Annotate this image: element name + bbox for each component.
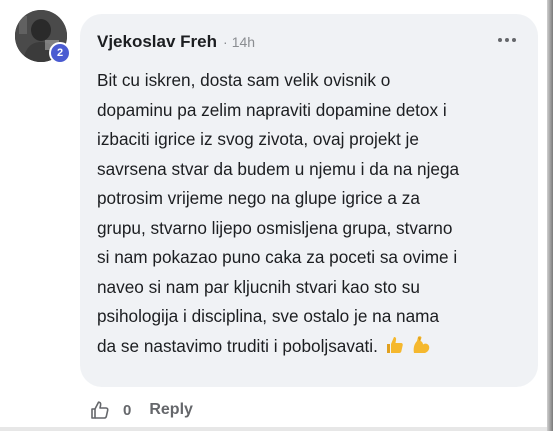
- like-icon[interactable]: [90, 400, 110, 420]
- comment-line: dopaminu pa zelim napraviti dopamine det…: [97, 99, 447, 120]
- more-options-icon[interactable]: [498, 38, 516, 42]
- avatar-wrapper[interactable]: 2: [15, 10, 71, 64]
- bottom-divider: [0, 427, 547, 431]
- screen: 2 Vjekoslav Freh · 14h Bit cu iskren, do…: [0, 0, 553, 431]
- comment-line: potrosim vrijeme nego na glupe igrice a …: [97, 188, 420, 208]
- comment: 2 Vjekoslav Freh · 14h Bit cu iskren, do…: [0, 0, 547, 431]
- comment-time[interactable]: 14h: [232, 34, 255, 50]
- top-fan-badge: 2: [49, 42, 71, 64]
- comment-line: si nam pokazao puno caka za poceti sa ov…: [97, 247, 458, 267]
- comment-line: savrsena stvar da budem u njemu i da na …: [97, 158, 460, 179]
- comment-line: da se nastavimo truditi i poboljsavati.: [97, 335, 378, 356]
- comment-header: Vjekoslav Freh · 14h: [97, 30, 520, 54]
- comment-actions: 0 Reply: [90, 399, 193, 421]
- thumbs-up-icon: [385, 335, 405, 365]
- separator-dot: ·: [223, 34, 228, 50]
- flexed-biceps-icon: [411, 335, 431, 365]
- comment-line: izbaciti igrice iz svog zivota, ovaj pro…: [97, 129, 419, 149]
- comment-bubble: Vjekoslav Freh · 14h Bit cu iskren, dost…: [80, 14, 538, 387]
- like-count: 0: [123, 401, 132, 419]
- comment-line: psihologija i disciplina, sve ostalo je …: [97, 306, 440, 326]
- author-name[interactable]: Vjekoslav Freh: [97, 32, 217, 52]
- comment-line: Bit cu iskren, dosta sam velik ovisnik o: [97, 70, 391, 90]
- comment-text: Bit cu iskren, dosta sam velik ovisnik o…: [97, 66, 517, 364]
- reply-button[interactable]: Reply: [149, 401, 193, 419]
- comment-line: grupu, stvarno lijepo osmisljena grupa, …: [97, 217, 453, 238]
- comment-last-line: da se nastavimo truditi i poboljsavati.: [97, 332, 517, 365]
- screen-edge: [547, 0, 553, 431]
- comment-line: naveo si nam par kljucnih stvari kao sto…: [97, 276, 420, 297]
